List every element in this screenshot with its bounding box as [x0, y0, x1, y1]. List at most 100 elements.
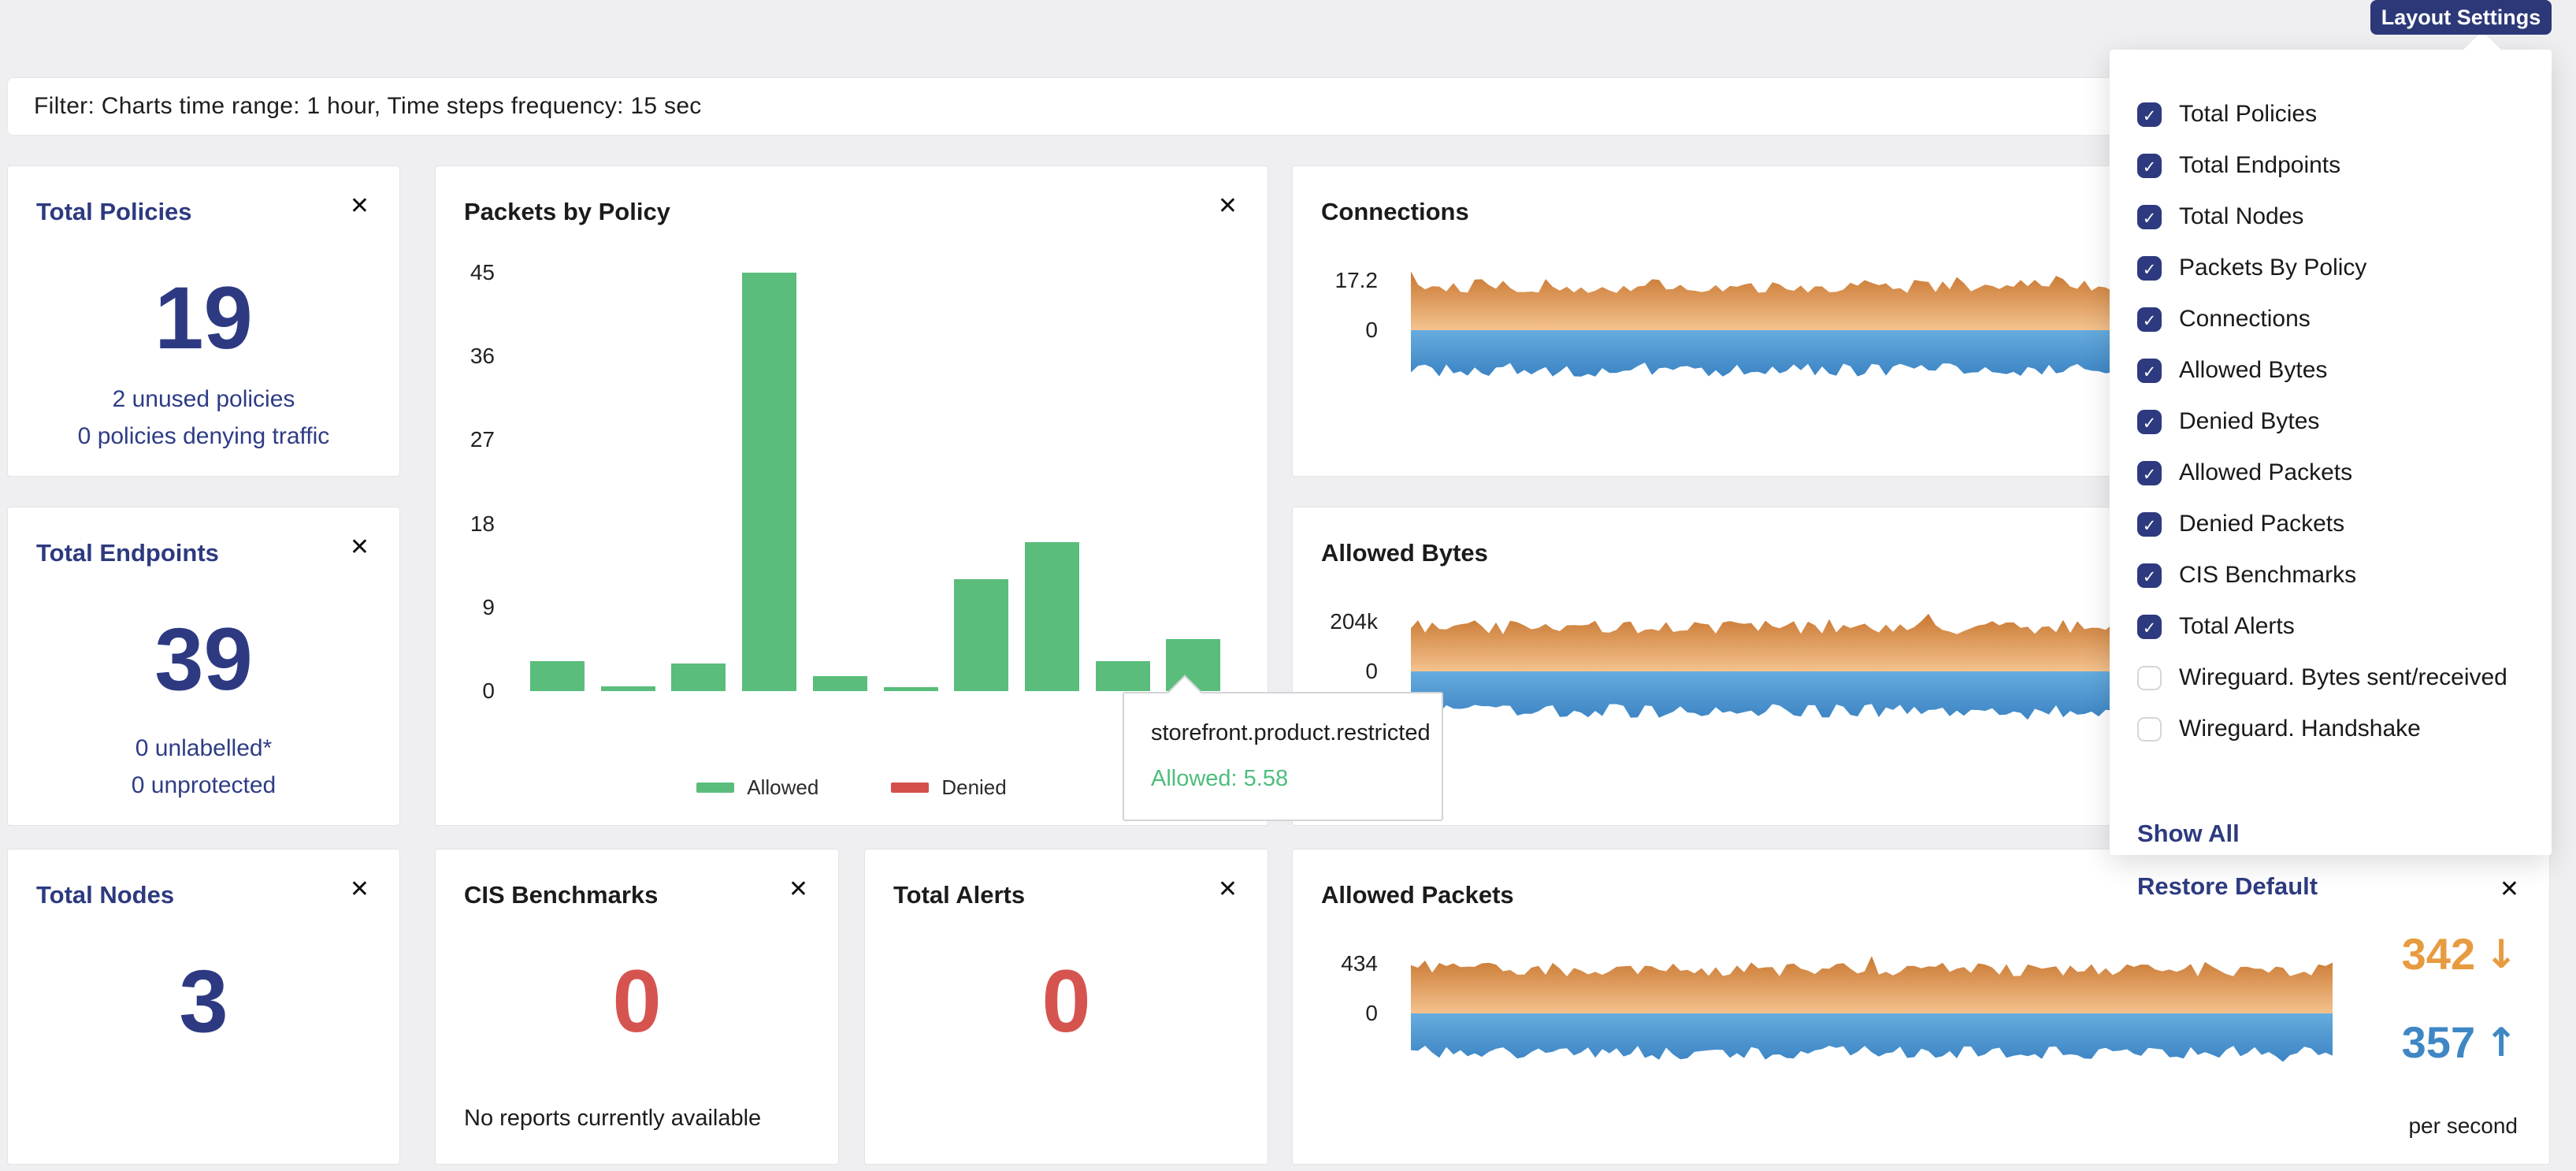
cis-benchmarks-value: 0 [436, 957, 838, 1046]
unlabelled-text[interactable]: 0 unlabelled* [8, 736, 399, 761]
checkbox-checked-icon[interactable]: ✓ [2137, 154, 2162, 178]
dropdown-item-label: Wireguard. Handshake [2179, 716, 2421, 742]
card-total-nodes: Total Nodes ✕ 3 [7, 849, 400, 1165]
tooltip-policy-name: storefront.product.restricted [1151, 720, 1431, 746]
card-title: Total Policies [36, 198, 192, 226]
dropdown-item-label: CIS Benchmarks [2179, 562, 2356, 589]
bar-allowed-5[interactable] [884, 687, 938, 691]
unprotected-text[interactable]: 0 unprotected [8, 773, 399, 798]
checkbox-checked-icon[interactable]: ✓ [2137, 512, 2162, 537]
dropdown-item-total-nodes[interactable]: ✓ Total Nodes [2137, 199, 2536, 234]
card-title: Total Endpoints [36, 539, 219, 567]
dropdown-item-denied-bytes[interactable]: ✓ Denied Bytes [2137, 404, 2536, 439]
dropdown-item-wireguard-bytes-sent-received[interactable]: Wireguard. Bytes sent/received [2137, 660, 2536, 695]
checkbox-checked-icon[interactable]: ✓ [2137, 410, 2162, 434]
dropdown-item-total-alerts[interactable]: ✓ Total Alerts [2137, 609, 2536, 644]
dropdown-item-cis-benchmarks[interactable]: ✓ CIS Benchmarks [2137, 558, 2536, 593]
unused-policies-text[interactable]: 2 unused policies [8, 387, 399, 412]
y-max-label: 204k [1308, 610, 1378, 634]
checkbox-checked-icon[interactable]: ✓ [2137, 461, 2162, 485]
dropdown-item-label: Packets By Policy [2179, 255, 2366, 281]
dropdown-item-label: Connections [2179, 306, 2311, 333]
y-zero-label: 0 [1308, 660, 1378, 683]
checkbox-checked-icon[interactable]: ✓ [2137, 102, 2162, 127]
dropdown-item-label: Total Endpoints [2179, 152, 2340, 179]
dropdown-item-denied-packets[interactable]: ✓ Denied Packets [2137, 507, 2536, 541]
y-axis-tick: 27 [447, 428, 495, 452]
dropdown-item-label: Total Policies [2179, 101, 2317, 128]
close-icon[interactable]: ✕ [350, 536, 369, 559]
card-title: Total Alerts [893, 881, 1025, 909]
checkbox-unchecked-icon[interactable] [2137, 717, 2162, 742]
y-max-label: 434 [1308, 952, 1378, 976]
dropdown-item-label: Denied Packets [2179, 511, 2344, 537]
dropdown-item-label: Allowed Bytes [2179, 357, 2327, 384]
checkbox-checked-icon[interactable]: ✓ [2137, 359, 2162, 383]
dropdown-item-packets-by-policy[interactable]: ✓ Packets By Policy [2137, 251, 2536, 285]
close-icon[interactable]: ✕ [1218, 878, 1238, 901]
card-title: Connections [1321, 198, 1469, 226]
filter-text: Filter: Charts time range: 1 hour, Time … [34, 93, 702, 120]
rate-sent: 357 ↑ [2402, 1017, 2518, 1068]
tooltip-allowed-value: Allowed: 5.58 [1151, 766, 1288, 792]
checkbox-checked-icon[interactable]: ✓ [2137, 205, 2162, 229]
dropdown-item-total-endpoints[interactable]: ✓ Total Endpoints [2137, 148, 2536, 183]
dashboard-page: Layout Settings Filter: Charts time rang… [0, 0, 2576, 1171]
dropdown-item-label: Wireguard. Bytes sent/received [2179, 664, 2507, 691]
bar-allowed-8[interactable] [1096, 661, 1150, 691]
bar-allowed-1[interactable] [601, 686, 655, 691]
total-alerts-value: 0 [865, 957, 1268, 1046]
rate-received-value: 342 [2402, 928, 2475, 980]
y-zero-label: 0 [1308, 318, 1378, 342]
bar-allowed-0[interactable] [530, 661, 585, 691]
checkbox-checked-icon[interactable]: ✓ [2137, 563, 2162, 588]
dropdown-item-label: Total Nodes [2179, 203, 2303, 230]
dropdown-item-label: Denied Bytes [2179, 408, 2319, 435]
bar-allowed-6[interactable] [954, 579, 1008, 691]
bar-allowed-3[interactable] [742, 273, 796, 691]
legend-label: Denied [941, 775, 1006, 800]
dropdown-item-total-policies[interactable]: ✓ Total Policies [2137, 97, 2536, 132]
y-axis-tick: 36 [447, 344, 495, 368]
close-icon[interactable]: ✕ [789, 878, 808, 901]
legend-swatch-icon [696, 783, 734, 793]
dropdown-item-wireguard-handshake[interactable]: Wireguard. Handshake [2137, 712, 2536, 746]
card-allowed-packets: Allowed Packets ✕ 434 0 342 ↓ 357 ↑ per … [1292, 849, 2550, 1165]
total-endpoints-value: 39 [8, 615, 399, 704]
layout-settings-dropdown: ✓ Total Policies ✓ Total Endpoints ✓ Total No… [2110, 50, 2552, 855]
legend-swatch-icon [891, 783, 929, 793]
card-title: Allowed Packets [1321, 881, 1514, 909]
checkbox-unchecked-icon[interactable] [2137, 666, 2162, 690]
checkbox-checked-icon[interactable]: ✓ [2137, 307, 2162, 332]
arrow-up-icon: ↑ [2485, 1020, 2518, 1065]
rate-unit-label: per second [2408, 1113, 2518, 1139]
bar-allowed-7[interactable] [1025, 542, 1079, 691]
legend-label: Allowed [747, 775, 818, 800]
card-total-endpoints: Total Endpoints ✕ 39 0 unlabelled* 0 unp… [7, 507, 400, 826]
checkbox-checked-icon[interactable]: ✓ [2137, 615, 2162, 639]
dropdown-caret [2463, 30, 2503, 70]
y-axis-tick: 9 [447, 596, 495, 619]
close-icon[interactable]: ✕ [350, 195, 369, 218]
dropdown-item-allowed-bytes[interactable]: ✓ Allowed Bytes [2137, 353, 2536, 388]
close-icon[interactable]: ✕ [350, 878, 369, 901]
y-axis-tick: 45 [447, 261, 495, 284]
close-icon[interactable]: ✕ [2500, 878, 2519, 901]
bar-allowed-2[interactable] [671, 664, 726, 691]
y-axis-tick: 0 [447, 679, 495, 703]
restore-default-link[interactable]: Restore Default [2137, 872, 2318, 901]
legend-item-allowed: Allowed [696, 775, 818, 800]
card-title: CIS Benchmarks [464, 881, 658, 909]
cis-note: No reports currently available [464, 1106, 761, 1132]
dropdown-item-label: Total Alerts [2179, 613, 2295, 640]
card-title: Total Nodes [36, 881, 174, 909]
layout-settings-button[interactable]: Layout Settings [2370, 0, 2552, 35]
denying-policies-text[interactable]: 0 policies denying traffic [8, 424, 399, 449]
dropdown-item-label: Allowed Packets [2179, 459, 2352, 486]
checkbox-checked-icon[interactable]: ✓ [2137, 256, 2162, 281]
total-nodes-value: 3 [8, 957, 399, 1046]
show-all-link[interactable]: Show All [2137, 820, 2240, 848]
dropdown-item-allowed-packets[interactable]: ✓ Allowed Packets [2137, 455, 2536, 490]
bar-allowed-4[interactable] [813, 676, 867, 691]
dropdown-item-connections[interactable]: ✓ Connections [2137, 302, 2536, 336]
